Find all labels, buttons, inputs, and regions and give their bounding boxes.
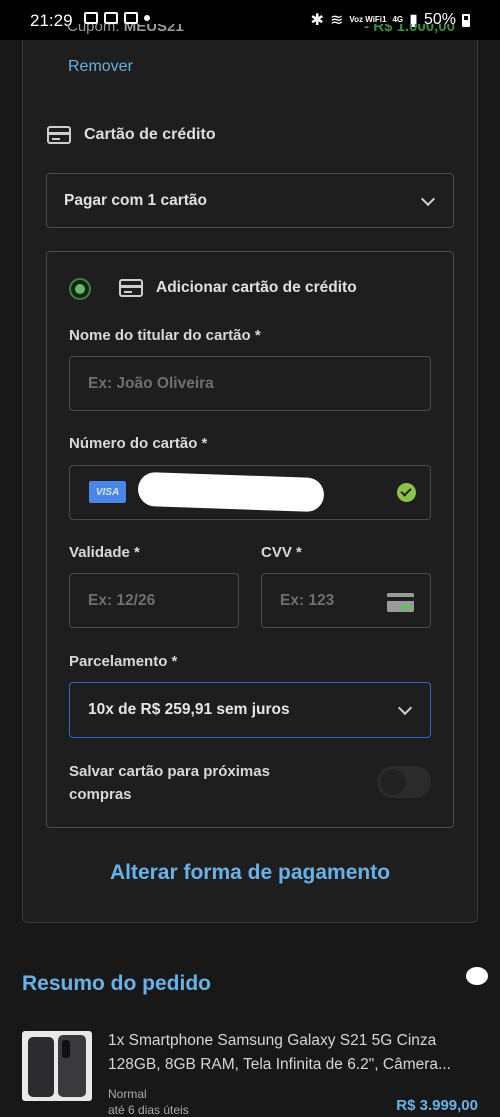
installments-label: Parcelamento * <box>69 653 178 670</box>
cvv-card-icon <box>387 593 414 612</box>
credit-card-icon <box>119 279 143 297</box>
visa-icon: VISA <box>89 481 126 503</box>
cvv-field <box>261 573 431 628</box>
phone-back-shape <box>58 1035 86 1097</box>
chat-bubble-icon[interactable] <box>466 967 488 985</box>
card-number-field[interactable]: VISA <box>69 465 431 520</box>
network-label: Voz WiFi1 <box>349 15 387 24</box>
save-card-toggle[interactable] <box>377 766 431 798</box>
remove-coupon-link[interactable]: Remover <box>68 58 133 76</box>
coupon-label: Cupom: MEUS21 <box>67 24 184 35</box>
change-payment-method-link[interactable]: Alterar forma de pagamento <box>22 861 478 885</box>
add-card-option[interactable]: Adicionar cartão de crédito <box>119 279 357 297</box>
coupon-discount: - R$ 1.000,00 <box>364 24 455 35</box>
holder-name-label: Nome do titular do cartão * <box>69 327 261 344</box>
expiry-field <box>69 573 239 628</box>
add-card-label: Adicionar cartão de crédito <box>156 279 357 296</box>
product-price: R$ 3.999,00 <box>396 1097 478 1114</box>
add-card-radio[interactable] <box>69 278 91 300</box>
card-count-value: Pagar com 1 cartão <box>64 191 208 209</box>
add-card-form: Adicionar cartão de crédito Nome do titu… <box>46 251 454 828</box>
product-name: 1x Smartphone Samsung Galaxy S21 5G Cinz… <box>108 1032 451 1073</box>
expiry-label: Validade * <box>69 544 140 561</box>
product-image <box>22 1031 92 1101</box>
order-summary-title: Resumo do pedido <box>22 972 211 995</box>
expiry-input[interactable] <box>70 574 238 627</box>
credit-card-section-title: Cartão de crédito <box>47 126 216 144</box>
card-number-label: Número do cartão * <box>69 435 208 452</box>
coupon-row: Cupom: MEUS21 - R$ 1.000,00 <box>45 24 455 40</box>
more-notifications-icon <box>144 15 150 21</box>
phone-front-shape <box>28 1037 54 1097</box>
notification-icons <box>84 12 150 24</box>
holder-name-field <box>69 356 431 411</box>
signal-type: 4G <box>392 15 404 24</box>
redacted-card-number <box>137 471 325 513</box>
credit-card-icon <box>47 126 71 144</box>
holder-name-input[interactable] <box>70 357 430 410</box>
card-count-select[interactable]: Pagar com 1 cartão <box>46 173 454 228</box>
section-title-text: Cartão de crédito <box>84 126 216 143</box>
shipping-time: até 6 dias úteis <box>108 1103 189 1117</box>
save-card-label: Salvar cartão para próximas compras <box>69 763 270 803</box>
chevron-down-icon <box>420 191 436 206</box>
valid-check-icon <box>397 483 416 502</box>
chevron-down-icon <box>397 700 413 716</box>
message-icon <box>104 12 118 24</box>
battery-icon <box>462 13 470 27</box>
shipping-type: Normal <box>108 1087 147 1101</box>
cvv-label: CVV * <box>261 544 302 561</box>
installments-value: 10x de R$ 259,91 sem juros <box>88 701 290 718</box>
app-icon <box>124 12 138 24</box>
gallery-icon <box>84 12 98 24</box>
installments-select[interactable]: 10x de R$ 259,91 sem juros <box>69 682 431 738</box>
